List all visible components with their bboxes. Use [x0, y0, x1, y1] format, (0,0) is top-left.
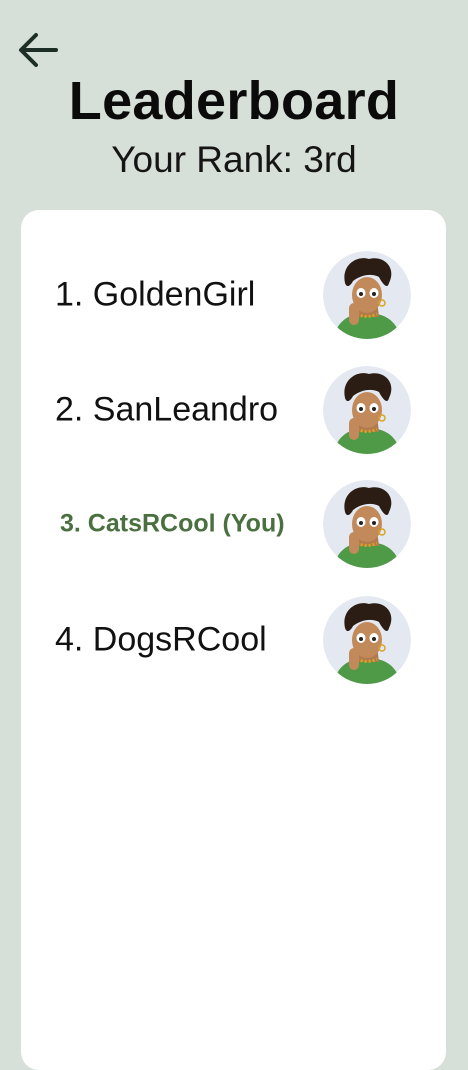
leaderboard-row[interactable]: 4. DogsRCool	[21, 594, 446, 686]
avatar	[323, 596, 411, 684]
user-avatar-icon	[323, 366, 411, 454]
leaderboard-entry-label: 2. SanLeandro	[55, 390, 279, 429]
page-title: Leaderboard	[68, 71, 400, 131]
leaderboard-row[interactable]: 2. SanLeandro	[21, 364, 446, 456]
leaderboard-entry-label: 4. DogsRCool	[55, 620, 267, 659]
avatar	[323, 366, 411, 454]
user-avatar-icon	[323, 596, 411, 684]
avatar	[323, 480, 411, 568]
arrow-left-icon	[19, 33, 58, 67]
leaderboard-row[interactable]: 1. GoldenGirl	[21, 249, 446, 341]
user-avatar-icon	[323, 480, 411, 568]
leaderboard-entry-label: 1. GoldenGirl	[55, 275, 256, 314]
leaderboard-row-you[interactable]: 3. CatsRCool (You)	[21, 478, 446, 570]
your-rank-text: Your Rank: 3rd	[111, 139, 357, 180]
user-avatar-icon	[323, 251, 411, 339]
leaderboard-card: 1. GoldenGirl 2. SanLeandro 3. CatsRCool…	[21, 210, 446, 1070]
leaderboard-entry-label: 3. CatsRCool (You)	[60, 509, 285, 538]
back-button[interactable]	[14, 28, 62, 72]
avatar	[323, 251, 411, 339]
